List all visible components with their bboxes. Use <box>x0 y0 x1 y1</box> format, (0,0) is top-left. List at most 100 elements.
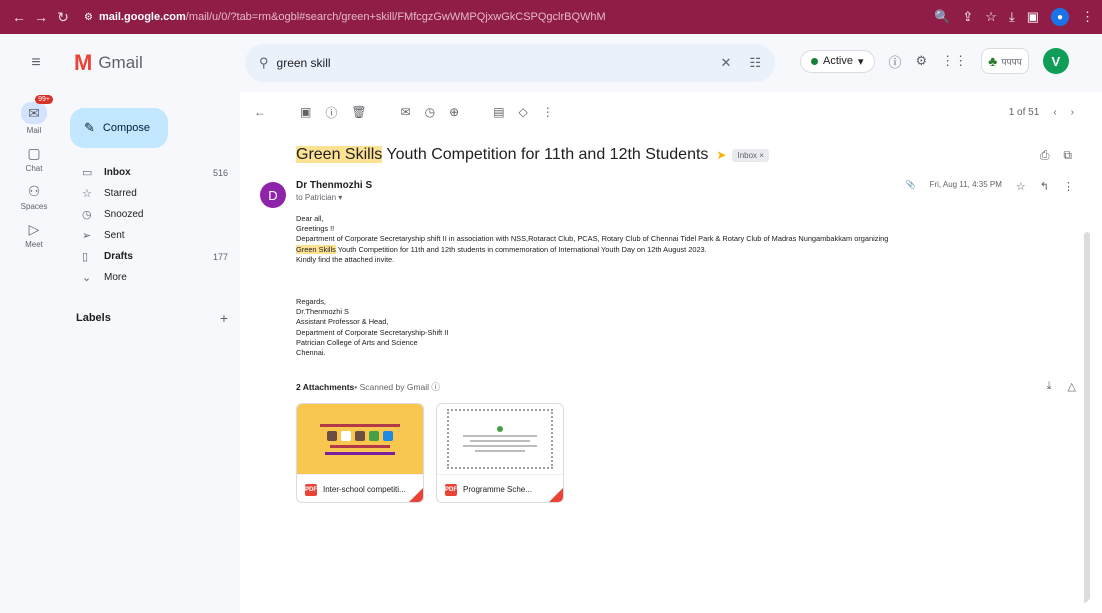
delete-icon[interactable]: 🗑 <box>351 105 366 119</box>
zoom-icon[interactable]: 🔍 <box>934 9 950 25</box>
download-all-icon[interactable]: ⤓ <box>1047 380 1052 393</box>
open-new-window-icon[interactable]: ⧉ <box>1063 148 1072 163</box>
sender-avatar[interactable]: D <box>260 182 286 208</box>
more-options-icon[interactable]: ⋮ <box>1063 180 1074 193</box>
main-menu-icon[interactable]: ≡ <box>14 54 58 72</box>
importance-marker-icon[interactable]: ➤ <box>716 148 726 162</box>
archive-icon[interactable]: ▣ <box>300 105 311 119</box>
body-line: Green Skills Youth Competition for 11th … <box>296 244 1076 255</box>
sidebar-item-drafts[interactable]: ▯ Drafts 177 <box>68 246 240 267</box>
inbox-icon: ▭ <box>82 167 93 179</box>
signature-line: Dr.Thenmozhi S <box>296 307 349 317</box>
rail-item-mail[interactable]: ✉ 99+ Mail <box>0 95 68 135</box>
folder-label: Sent <box>104 230 125 241</box>
search-bar[interactable]: ⚲ green skill ✕ ☷ <box>245 44 775 82</box>
support-icon[interactable]: ⓘ <box>889 52 902 71</box>
inbox-label-chip[interactable]: Inbox × <box>732 148 769 162</box>
more-options-icon[interactable]: ⋮ <box>542 105 554 119</box>
site-info-icon[interactable]: ⚙ <box>84 12 93 23</box>
snooze-icon[interactable]: ◷ <box>425 105 435 119</box>
body-line: Dear all, <box>296 214 324 223</box>
chat-icon: ▢ <box>27 145 41 161</box>
signature-line: Department of Corporate Secretaryship-Sh… <box>296 327 449 337</box>
subject-highlight: Green Skills <box>296 146 383 163</box>
share-icon[interactable]: ⇪ <box>962 9 973 25</box>
add-label-icon[interactable]: + <box>220 310 228 326</box>
status-selector[interactable]: Active ▾ <box>800 49 875 73</box>
rail-label-mail: Mail <box>26 126 42 135</box>
sender-name[interactable]: Dr Thenmozhi S <box>296 180 372 191</box>
rail-item-meet[interactable]: ▷ Meet <box>0 221 68 249</box>
compose-label: Compose <box>102 122 150 134</box>
labels-title: Labels <box>76 312 111 324</box>
report-spam-icon[interactable]: ⓘ <box>325 104 337 121</box>
bookmark-star-icon[interactable]: ☆ <box>985 9 997 25</box>
gmail-m-icon: M <box>74 50 93 75</box>
extensions-icon[interactable]: ▣ <box>1027 9 1039 25</box>
star-icon[interactable]: ☆ <box>1016 180 1026 193</box>
subject-row: Green Skills Youth Competition for 11th … <box>240 146 1092 164</box>
message-pane: ← ▣ ⓘ 🗑 ✉ ◷ ⊕ ▤ ◇ ⋮ 1 of 51 ‹ › Green Sk… <box>240 92 1092 605</box>
sidebar-item-starred[interactable]: ☆ Starred <box>68 183 240 204</box>
attachment-name: Inter-school competiti... <box>323 485 406 495</box>
search-input[interactable]: green skill <box>277 56 703 70</box>
account-avatar[interactable]: V <box>1042 48 1069 74</box>
address-bar[interactable]: ⚙ mail.google.com /mail/u/0/?tab=rm&ogbl… <box>84 6 924 28</box>
gmail-logo-text: Gmail <box>98 53 143 72</box>
scrollbar[interactable] <box>1084 232 1090 605</box>
subject-rest: Youth Competition for 11th and 12th Stud… <box>382 146 709 163</box>
search-options-icon[interactable]: ☷ <box>749 55 761 71</box>
reload-icon[interactable]: ↻ <box>52 9 74 26</box>
body-line-rest: Youth Competition for 11th and 12th stud… <box>335 244 707 254</box>
sidebar-item-inbox[interactable]: ▭ Inbox 516 <box>68 162 240 183</box>
attachment-card[interactable]: PDF Programme Sche... <box>436 403 564 504</box>
compose-button[interactable]: ✎ Compose <box>70 108 168 148</box>
move-to-icon[interactable]: ▤ <box>493 105 504 119</box>
folder-count: 177 <box>212 251 228 262</box>
back-to-list-icon[interactable]: ← <box>254 105 266 119</box>
chevron-down-icon: ⌄ <box>82 272 92 284</box>
forward-arrow-icon[interactable]: → <box>30 9 52 25</box>
add-task-icon[interactable]: ⊕ <box>449 105 459 119</box>
browser-profile-icon[interactable]: ● <box>1051 8 1069 26</box>
folder-label: Inbox <box>104 167 131 178</box>
tree-logo-icon: ♣ <box>988 53 998 69</box>
search-icon[interactable]: ⚲ <box>259 55 269 71</box>
organization-logo[interactable]: ♣ पपपप <box>981 48 1029 74</box>
sidebar-item-more[interactable]: ⌄ More <box>68 267 240 288</box>
newer-chevron-icon[interactable]: ‹ <box>1053 107 1056 118</box>
browser-menu-icon[interactable]: ⋮ <box>1081 9 1094 25</box>
reply-icon[interactable]: ↰ <box>1040 180 1049 193</box>
rail-item-chat[interactable]: ▢ Chat <box>0 145 68 173</box>
gmail-header: ≡ M Gmail ⚲ green skill ✕ ☷ Active ▾ ⓘ ⚙… <box>0 34 1102 92</box>
pdf-file-icon: PDF <box>305 483 317 496</box>
rail-item-spaces[interactable]: ⚇ Spaces <box>0 183 68 211</box>
older-chevron-icon[interactable]: › <box>1071 107 1074 118</box>
pager: 1 of 51 ‹ › <box>1009 107 1092 118</box>
rail-label-spaces: Spaces <box>20 202 48 211</box>
apps-grid-icon[interactable]: ⋮⋮ <box>941 53 967 69</box>
body-highlight: Green Skills <box>296 244 336 254</box>
sidebar-item-snoozed[interactable]: ◷ Snoozed <box>68 204 240 225</box>
attachment-card[interactable]: PDF Inter-school competiti... <box>296 403 424 504</box>
settings-gear-icon[interactable]: ⚙ <box>916 53 928 69</box>
signature-line: Patrician College of Arts and Science <box>296 337 418 347</box>
mark-unread-icon[interactable]: ✉ <box>401 105 411 119</box>
download-icon[interactable]: ⤓ <box>1009 9 1015 25</box>
mail-unread-badge: 99+ <box>35 95 53 104</box>
label-tag-icon[interactable]: ◇ <box>519 105 528 119</box>
attachment-footer: PDF Programme Sche... <box>437 474 563 502</box>
print-icon[interactable]: ⎙ <box>1040 148 1050 163</box>
spaces-icon: ⚇ <box>27 183 41 199</box>
recipient-dropdown[interactable]: to Patrician ▾ <box>296 193 372 202</box>
folder-list: ▭ Inbox 516 ☆ Starred ◷ Snoozed ➢ Sent ▯… <box>68 162 240 288</box>
rail-label-meet: Meet <box>25 240 43 249</box>
back-arrow-icon[interactable]: ← <box>8 9 30 25</box>
draft-file-icon: ▯ <box>82 251 89 263</box>
clear-search-icon[interactable]: ✕ <box>720 55 731 71</box>
sidebar-item-sent[interactable]: ➢ Sent <box>68 225 240 246</box>
gmail-logo[interactable]: M Gmail <box>74 50 224 76</box>
sidebar: ✎ Compose ▭ Inbox 516 ☆ Starred ◷ Snooze… <box>68 92 240 613</box>
body-line: Greetings !! <box>296 224 335 234</box>
add-to-drive-icon[interactable]: △ <box>1068 380 1076 393</box>
